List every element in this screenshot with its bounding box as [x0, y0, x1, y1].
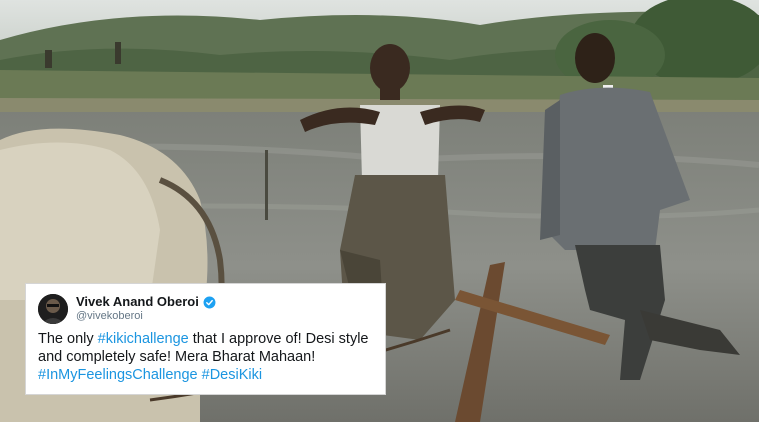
verified-badge-icon [203, 296, 216, 309]
tweet-text: The only #kikichallenge that I approve o… [38, 330, 373, 384]
tweet-author: Vivek Anand Oberoi @vivekoberoi [76, 294, 216, 323]
author-name[interactable]: Vivek Anand Oberoi [76, 294, 199, 310]
hashtag-link[interactable]: #kikichallenge [98, 331, 189, 347]
tweet-text-segment: The only [38, 331, 98, 347]
hashtag-link[interactable]: #DesiKiki [202, 367, 262, 383]
author-name-row: Vivek Anand Oberoi [76, 294, 216, 310]
tweet-card[interactable]: Vivek Anand Oberoi @vivekoberoi The only… [25, 283, 386, 395]
hashtag-link[interactable]: #InMyFeelingsChallenge [38, 367, 198, 383]
tweet-header: Vivek Anand Oberoi @vivekoberoi [38, 292, 373, 326]
avatar-image [38, 294, 68, 324]
author-handle[interactable]: @vivekoberoi [76, 310, 216, 323]
avatar[interactable] [38, 294, 68, 324]
